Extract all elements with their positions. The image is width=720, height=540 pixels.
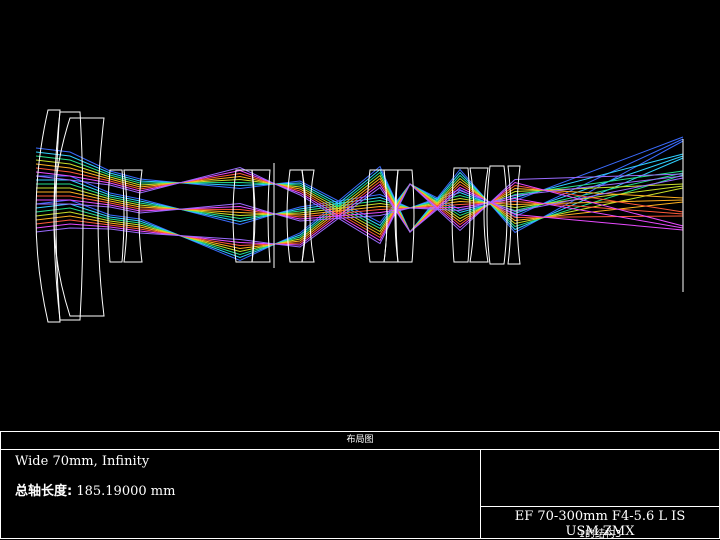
description-area: Wide 70mm, Infinity 总轴长度: 185.19000 mm bbox=[1, 450, 481, 538]
configuration-label: 1的结构3 bbox=[578, 529, 622, 540]
file-box: EF 70-300mm F4-5.6 L IS USM.ZMX 1的结构3 bbox=[481, 506, 719, 540]
configuration-description: Wide 70mm, Infinity bbox=[15, 454, 150, 469]
total-length-value: 185.19000 mm bbox=[76, 484, 176, 499]
total-length: 总轴长度: 185.19000 mm bbox=[15, 480, 175, 499]
title-block: 布局图 Wide 70mm, Infinity 总轴长度: 185.19000 … bbox=[0, 431, 720, 540]
file-info-area: EF 70-300mm F4-5.6 L IS USM.ZMX 1的结构3 bbox=[481, 450, 719, 540]
total-length-label: 总轴长度: bbox=[15, 484, 73, 499]
lens-layout-diagram bbox=[35, 109, 684, 323]
panel-title: 布局图 bbox=[1, 432, 719, 450]
ray-bundles bbox=[35, 136, 684, 262]
